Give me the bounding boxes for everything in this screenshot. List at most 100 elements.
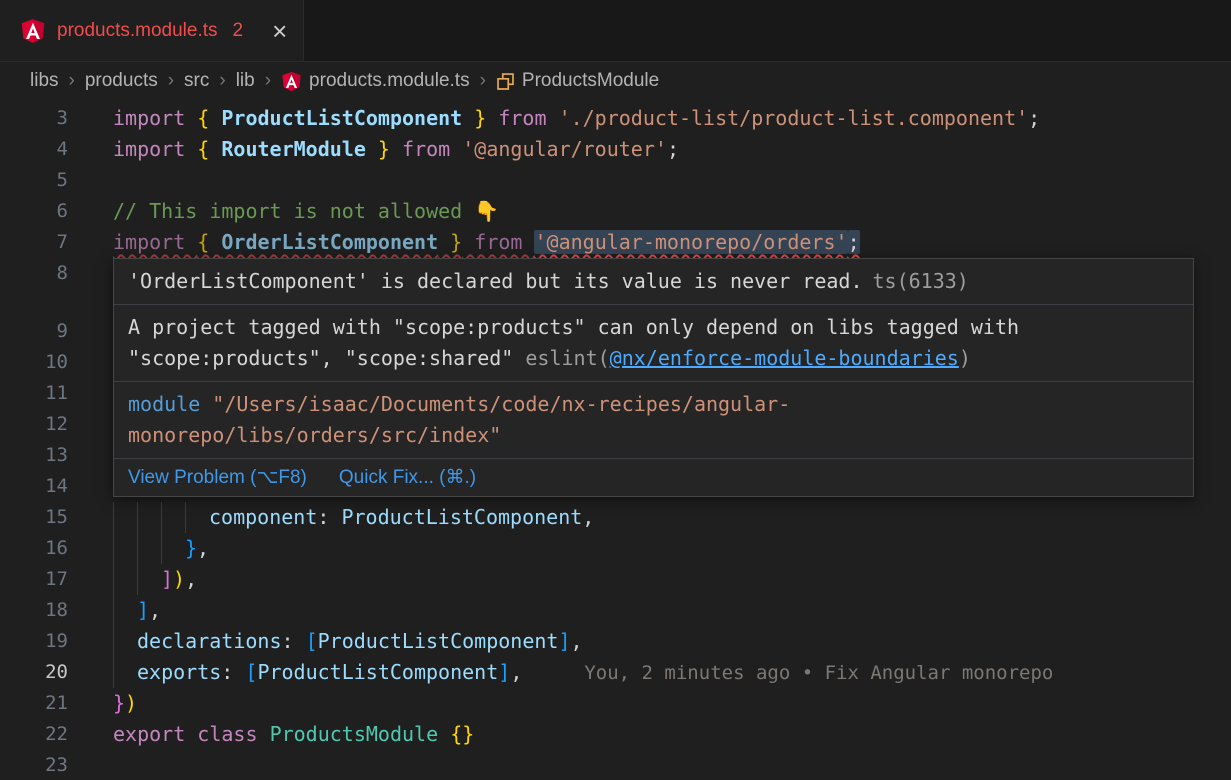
code-line-7[interactable]: 7import { OrderListComponent } from '@an… bbox=[0, 227, 1231, 258]
code-line-15[interactable]: 15component: ProductListComponent, bbox=[0, 502, 1231, 533]
chevron-right-icon: › bbox=[480, 70, 486, 92]
chevron-right-icon: › bbox=[219, 70, 225, 92]
indent-guide bbox=[161, 502, 185, 533]
breadcrumb: libs › products › src › lib › products.m… bbox=[0, 62, 1231, 100]
eslint-source-close: ) bbox=[959, 346, 971, 370]
indent-guide bbox=[113, 502, 137, 533]
module-path-line1: "/Users/isaac/Documents/code/nx-recipes/… bbox=[212, 392, 790, 416]
hover-module-path-row: module "/Users/isaac/Documents/code/nx-r… bbox=[114, 382, 1193, 458]
code-token: ] bbox=[137, 598, 149, 622]
code-line-17[interactable]: 17]), bbox=[0, 564, 1231, 595]
line-number: 23 bbox=[0, 750, 113, 780]
line-number: 12 bbox=[0, 409, 113, 440]
code-token: ] bbox=[498, 660, 510, 684]
ts-diagnostic-message: 'OrderListComponent' is declared but its… bbox=[128, 269, 863, 293]
code-token: import bbox=[113, 106, 197, 130]
line-number: 4 bbox=[0, 134, 113, 165]
code-token: ) bbox=[173, 567, 185, 591]
git-blame-annotation: You, 2 minutes ago • Fix Angular monorep… bbox=[584, 662, 1053, 684]
code-token: export bbox=[113, 722, 185, 746]
code-line-21[interactable]: 21}) bbox=[0, 688, 1231, 719]
module-keyword: module bbox=[128, 392, 200, 416]
eslint-rule-link[interactable]: @nx/enforce-module-boundaries bbox=[610, 346, 959, 370]
line-number: 3 bbox=[0, 103, 113, 134]
eslint-diagnostic-line2: "scope:products", "scope:shared" bbox=[128, 346, 525, 370]
editor[interactable]: 3import { ProductListComponent } from '.… bbox=[0, 100, 1231, 780]
code-line-19[interactable]: 19declarations: [ProductListComponent], bbox=[0, 626, 1231, 657]
code-token: from bbox=[486, 106, 558, 130]
code-token: component bbox=[209, 505, 317, 529]
code-token: } bbox=[113, 691, 125, 715]
breadcrumb-item-lib[interactable]: lib bbox=[236, 70, 255, 92]
line-number: 14 bbox=[0, 471, 113, 502]
breadcrumb-item-products[interactable]: products bbox=[85, 70, 158, 92]
code-token: RouterModule bbox=[221, 137, 366, 161]
line-number: 19 bbox=[0, 626, 113, 657]
code-token: import bbox=[113, 137, 197, 161]
code-line-16[interactable]: 16}, bbox=[0, 533, 1231, 564]
breadcrumb-item-libs[interactable]: libs bbox=[30, 70, 59, 92]
code-token: ) bbox=[125, 691, 137, 715]
code-token: } bbox=[185, 536, 197, 560]
code-token: ProductListComponent bbox=[257, 660, 498, 684]
code-line-4[interactable]: 4import { RouterModule } from '@angular/… bbox=[0, 134, 1231, 165]
line-number: 9 bbox=[0, 316, 113, 347]
eslint-source-open: eslint( bbox=[525, 346, 609, 370]
code-token: exports bbox=[137, 660, 221, 684]
code-token: ProductsModule bbox=[270, 722, 439, 746]
module-path-line2: monorepo/libs/orders/src/index" bbox=[128, 423, 501, 447]
code-line-18[interactable]: 18], bbox=[0, 595, 1231, 626]
code-token: from bbox=[390, 137, 462, 161]
code-token: { bbox=[197, 106, 221, 130]
code-token: ; bbox=[667, 137, 679, 161]
code-line-20[interactable]: 20exports: [ProductListComponent],You, 2… bbox=[0, 657, 1231, 688]
code-token: class bbox=[197, 722, 257, 746]
vscode-window: products.module.ts 2 × libs › products ›… bbox=[0, 0, 1231, 780]
line-number: 7 bbox=[0, 227, 113, 258]
code-token: : bbox=[317, 505, 341, 529]
tab-products-module[interactable]: products.module.ts 2 × bbox=[0, 0, 304, 61]
code-line-23[interactable]: 23 bbox=[0, 750, 1231, 780]
close-tab-button[interactable]: × bbox=[272, 18, 287, 44]
breadcrumb-item-src[interactable]: src bbox=[184, 70, 209, 92]
code-token: import bbox=[113, 230, 197, 254]
code-line-6[interactable]: 6// This import is not allowed 👇 bbox=[0, 196, 1231, 227]
indent-guide bbox=[137, 564, 161, 595]
code-token: ] bbox=[161, 567, 173, 591]
indent-guide bbox=[137, 533, 161, 564]
line-number: 15 bbox=[0, 502, 113, 533]
chevron-right-icon: › bbox=[69, 70, 75, 92]
code-line-22[interactable]: 22export class ProductsModule {} bbox=[0, 719, 1231, 750]
code-token: : bbox=[282, 629, 306, 653]
line-number: 21 bbox=[0, 688, 113, 719]
code-token: './product-list/product-list.component' bbox=[559, 106, 1029, 130]
eslint-diagnostic-line1: A project tagged with "scope:products" c… bbox=[128, 315, 1019, 339]
tab-bar: products.module.ts 2 × bbox=[0, 0, 1231, 62]
line-number: 11 bbox=[0, 378, 113, 409]
breadcrumb-item-file[interactable]: products.module.ts bbox=[281, 70, 470, 92]
hover-action-bar: View Problem (⌥F8) Quick Fix... (⌘.) bbox=[114, 459, 1193, 496]
code-token: , bbox=[510, 660, 522, 684]
code-token: , bbox=[571, 629, 583, 653]
code-token: [ bbox=[245, 660, 257, 684]
code-token bbox=[438, 722, 450, 746]
code-token: } bbox=[462, 106, 486, 130]
code-token: { bbox=[197, 137, 221, 161]
chevron-right-icon: › bbox=[168, 70, 174, 92]
code-token: from bbox=[462, 230, 534, 254]
class-symbol-icon bbox=[496, 72, 515, 91]
code-line-3[interactable]: 3import { ProductListComponent } from '.… bbox=[0, 103, 1231, 134]
quick-fix-button[interactable]: Quick Fix... (⌘.) bbox=[339, 465, 476, 490]
line-number: 17 bbox=[0, 564, 113, 595]
line-number: 16 bbox=[0, 533, 113, 564]
indent-guide bbox=[161, 533, 185, 564]
code-token bbox=[185, 722, 197, 746]
indent-guide bbox=[113, 657, 137, 688]
code-token: { bbox=[197, 230, 221, 254]
code-token: ProductListComponent bbox=[221, 106, 462, 130]
code-line-5[interactable]: 5 bbox=[0, 165, 1231, 196]
line-number: 10 bbox=[0, 347, 113, 378]
ts-error-code: ts(6133) bbox=[873, 269, 969, 293]
breadcrumb-item-symbol[interactable]: ProductsModule bbox=[496, 70, 659, 92]
view-problem-button[interactable]: View Problem (⌥F8) bbox=[128, 465, 307, 490]
